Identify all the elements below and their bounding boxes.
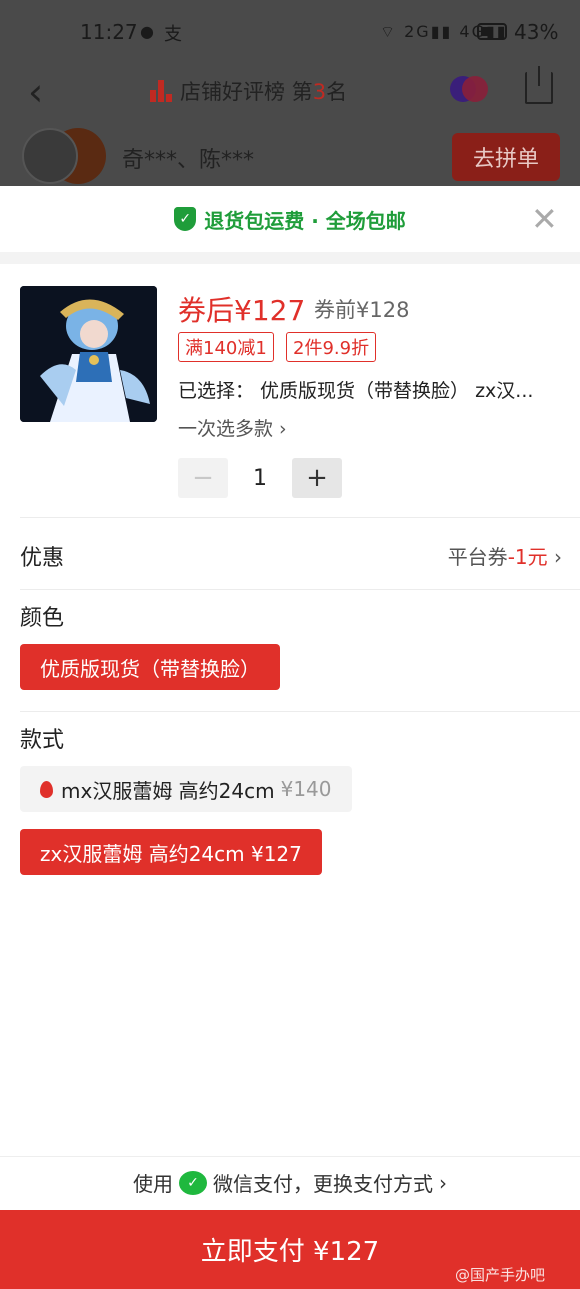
share-icon[interactable] [525,66,553,104]
banner-text: 退货包运费 · 全场包邮 [204,208,406,233]
chevron-right-icon: › [554,545,562,569]
style-option[interactable]: mx汉服蕾姆 高约24cm ¥140 [20,766,352,812]
quantity-value[interactable]: 1 [228,466,292,491]
rank-bars-icon [150,80,172,102]
product-image[interactable] [20,286,157,422]
alipay-notification-icon: 支 [164,24,182,45]
discount-tag: 2件9.9折 [286,332,377,362]
status-time: 11:27 [80,20,138,44]
divider [20,517,580,518]
rank-prefix: 店铺好评榜 第 [180,80,313,104]
flame-icon [40,780,53,798]
avatar [22,128,78,184]
multi-select-link[interactable]: 一次选多款 › [178,414,287,441]
style-option-selected[interactable]: zx汉服蕾姆 高约24cm ¥127 [20,829,322,875]
group-buy-bar: 奇***、陈*** 去拼单 [0,124,580,186]
coupon-prefix: 平台券 [447,545,508,569]
pay-method-text: 微信支付，更换支付方式 [213,1172,433,1196]
decrease-button[interactable]: − [178,458,228,498]
color-label: 颜色 [20,606,65,631]
sku-sheet: ✓ 退货包运费 · 全场包邮 ✕ 券后¥127 券前¥128 满140减1 2件… [0,186,580,1289]
shipping-banner: ✓ 退货包运费 · 全场包邮 [0,186,580,252]
chevron-right-icon: › [439,1170,447,1195]
dimmed-background[interactable]: 11:27 ● 支 ⌔ 2G▮▮ 4G▮▮ 43% ‹ 店铺好评榜 第3名 奇*… [0,0,580,186]
more-dots-icon[interactable] [450,76,488,102]
wechat-notification-icon: ● [140,22,154,41]
style-option-price: ¥140 [280,777,332,801]
join-group-button[interactable]: 去拼单 [452,133,560,181]
rank-suffix: 名 [326,80,348,104]
close-icon[interactable]: ✕ [531,200,558,238]
pay-prefix: 使用 [133,1172,173,1196]
discount-tag: 满140减1 [178,332,274,362]
style-option-name: zx汉服蕾姆 高约24cm ¥127 [40,841,302,866]
divider [20,589,580,590]
style-option-name: mx汉服蕾姆 高约24cm [61,778,275,803]
battery-icon [477,23,507,40]
back-icon[interactable]: ‹ [28,70,43,114]
shield-check-icon: ✓ [174,207,197,231]
pay-now-label: 立即支付 ¥127 [200,1237,380,1267]
store-rank[interactable]: 店铺好评榜 第3名 [150,76,347,106]
status-bar: 11:27 ● 支 ⌔ 2G▮▮ 4G▮▮ 43% [0,0,580,64]
color-option-label: 优质版现货（带替换脸） [40,656,260,681]
rank-number: 3 [312,80,327,104]
divider-strip [0,252,580,264]
platform-coupon[interactable]: 平台券-1元 › [448,541,562,570]
coupon-value: -1元 [507,545,548,569]
increase-button[interactable]: + [292,458,342,498]
wechat-pay-icon: ✓ [179,1170,207,1195]
battery-percent: 43% [514,20,559,44]
divider [20,711,580,712]
quantity-stepper: − 1 + [178,458,342,498]
promo-label: 优惠 [20,546,65,571]
price-after-coupon: 券后¥127 [178,294,306,327]
color-option-selected[interactable]: 优质版现货（带替换脸） [20,644,280,690]
group-members: 奇***、陈*** [122,148,255,173]
top-nav: ‹ 店铺好评榜 第3名 [0,64,580,120]
selected-summary: 已选择： 优质版现货（带替换脸） zx汉... [178,380,534,402]
payment-method-bar[interactable]: 使用 ✓ 微信支付，更换支付方式 › [0,1156,580,1208]
price-before-coupon: 券前¥128 [314,298,410,322]
watermark: @国产手办吧 [455,1266,546,1284]
style-label: 款式 [20,728,65,753]
